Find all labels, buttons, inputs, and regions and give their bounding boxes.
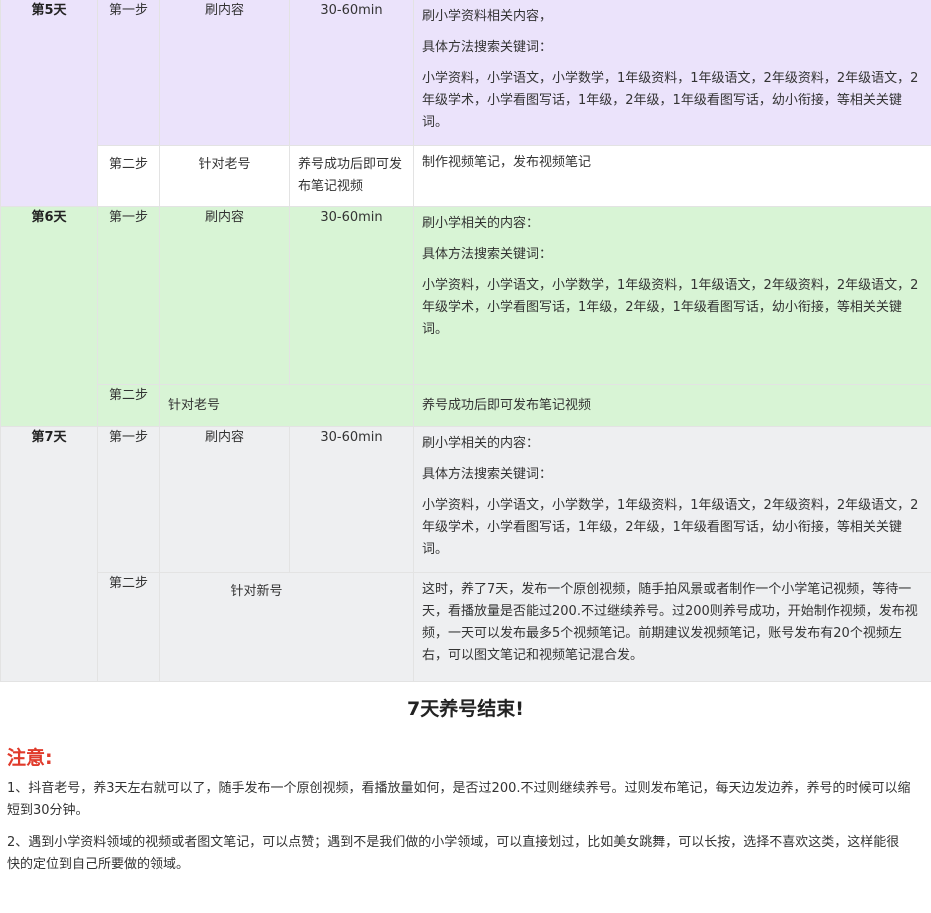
day-label: 第7天 (0, 426, 98, 682)
step-duration: 30-60min (289, 206, 414, 385)
notice-item: 1、抖音老号，养3天左右就可以了，随手发布一个原创视频，看播放量如何，是否过20… (7, 781, 911, 818)
step-action: 刷内容 (159, 0, 290, 146)
day-label: 第5天 (0, 0, 98, 207)
step-label: 第一步 (97, 426, 160, 573)
table-row: 第7天 第一步 刷内容 30-60min 刷小学相关的内容： 具体方法搜索关键词… (0, 426, 931, 682)
step-duration: 养号成功后即可发布笔记视频 (289, 145, 414, 207)
step-action: 刷内容 (159, 206, 290, 385)
ending-heading: 7天养号结束! (407, 698, 524, 720)
table-row: 第二步 针对老号 养号成功后即可发布笔记视频 (1, 384, 931, 427)
step-description: 制作视频笔记，发布视频笔记 (413, 145, 931, 207)
step-description: 养号成功后即可发布笔记视频 (413, 384, 931, 427)
step-description: 这时，养了7天，发布一个原创视频，随手拍风景或者制作一个小学笔记视频，等待一天，… (413, 572, 931, 682)
step-duration: 30-60min (289, 0, 414, 146)
step-label: 第二步 (97, 145, 160, 207)
step-description: 刷小学相关的内容： 具体方法搜索关键词： 小学资料，小学语文，小学数学，1年级资… (413, 426, 931, 573)
table-row: 第二步 针对老号 养号成功后即可发布笔记视频 制作视频笔记，发布视频笔记 (1, 145, 931, 207)
step-action: 针对老号 (159, 384, 414, 427)
step-duration: 30-60min (289, 426, 414, 573)
table-row: 第6天 第一步 刷内容 30-60min 刷小学相关的内容： 具体方法搜索关键词… (0, 206, 931, 427)
step-description: 刷小学相关的内容： 具体方法搜索关键词： 小学资料，小学语文，小学数学，1年级资… (413, 206, 931, 385)
step-action: 针对老号 (159, 145, 290, 207)
notice-item: 2、遇到小学资料领域的视频或者图文笔记，可以点赞；遇到不是我们做的小学领域，可以… (7, 835, 900, 872)
table-row: 第二步 针对新号 这时，养了7天，发布一个原创视频，随手拍风景或者制作一个小学笔… (1, 572, 931, 682)
training-schedule-table: 第5天 第一步 刷内容 30-60min 刷小学资料相关内容， 具体方法搜索关键… (0, 0, 931, 682)
step-description: 刷小学资料相关内容， 具体方法搜索关键词： 小学资料，小学语文，小学数学，1年级… (413, 0, 931, 146)
step-label: 第一步 (97, 0, 160, 146)
step-label: 第二步 (97, 384, 160, 427)
step-action: 针对新号 (159, 572, 414, 682)
notice-heading: 注意: (7, 747, 53, 769)
table-row: 第5天 第一步 刷内容 30-60min 刷小学资料相关内容， 具体方法搜索关键… (0, 0, 931, 207)
step-label: 第二步 (97, 572, 160, 682)
step-label: 第一步 (97, 206, 160, 385)
step-action: 刷内容 (159, 426, 290, 573)
day-label: 第6天 (0, 206, 98, 427)
